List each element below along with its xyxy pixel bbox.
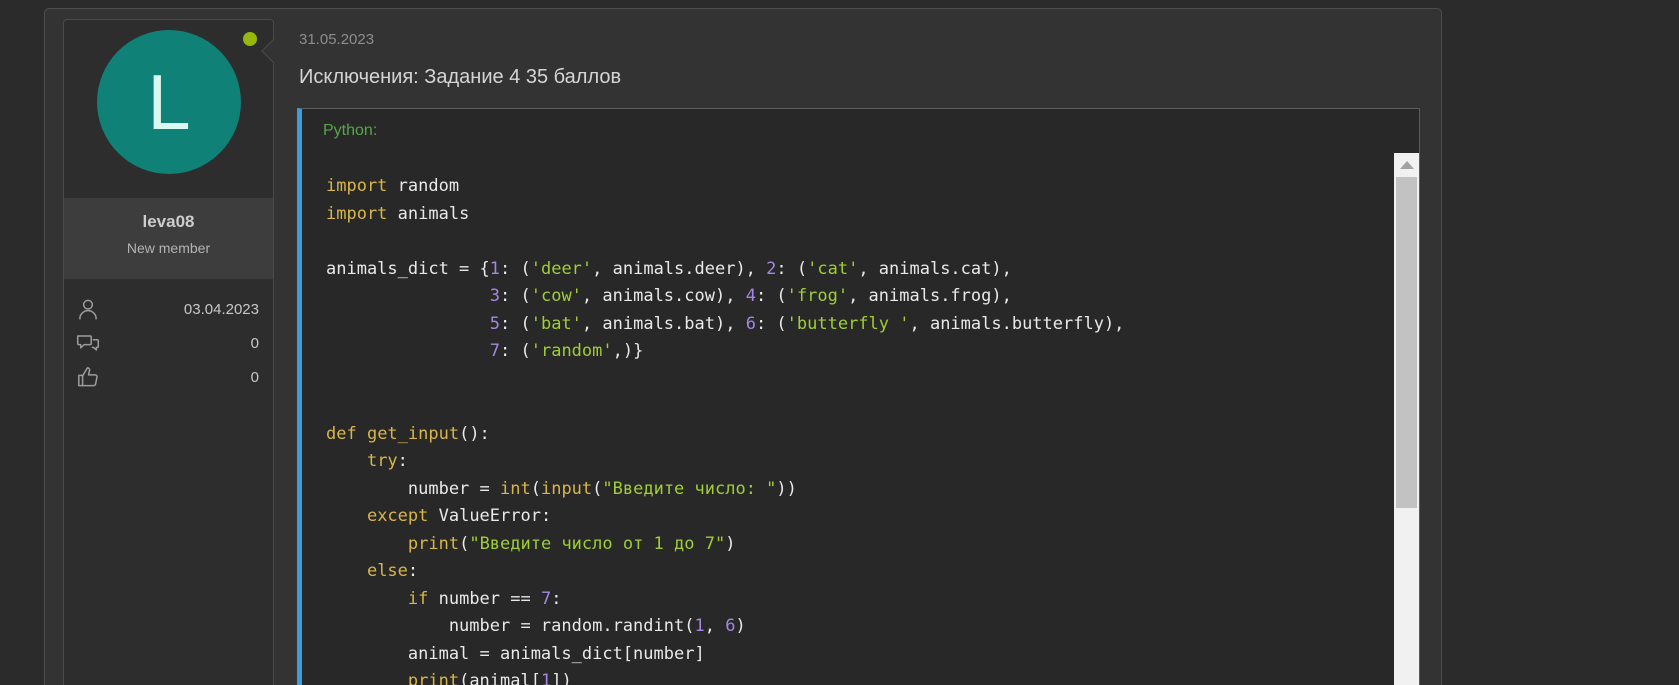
reaction-score-value: 0 xyxy=(101,369,259,386)
code-line: 5: ('bat', animals.bat), 6: ('butterfly … xyxy=(326,311,1384,339)
code-line: number = random.randint(1, 6) xyxy=(326,613,1384,641)
forum-post-card: L leva08 New member 03.04.2023 0 xyxy=(44,8,1442,685)
code-line: if number == 7: xyxy=(326,586,1384,614)
code-line: print("Введите число от 1 до 7") xyxy=(326,531,1384,559)
user-join-date-icon xyxy=(75,296,101,322)
post-date: 31.05.2023 xyxy=(299,31,374,48)
code-line: except ValueError: xyxy=(326,503,1384,531)
post-title: Исключения: Задание 4 35 баллов xyxy=(299,66,621,89)
user-stats: 03.04.2023 0 0 xyxy=(64,292,273,394)
code-line xyxy=(326,228,1384,256)
stat-row-messages: 0 xyxy=(64,326,273,360)
user-role-label: New member xyxy=(64,240,273,256)
user-info-panel: L leva08 New member 03.04.2023 0 xyxy=(63,19,274,685)
online-status-icon xyxy=(243,32,257,46)
avatar[interactable]: L xyxy=(97,30,241,174)
code-line: animals_dict = {1: ('deer', animals.deer… xyxy=(326,256,1384,284)
code-content: import randomimport animals animals_dict… xyxy=(302,153,1394,685)
code-line: else: xyxy=(326,558,1384,586)
code-scrollbar[interactable] xyxy=(1394,153,1419,685)
code-line: number = int(input("Введите число: ")) xyxy=(326,476,1384,504)
scrollbar-up-arrow[interactable] xyxy=(1394,153,1419,177)
message-count-icon xyxy=(75,330,101,356)
message-count-value: 0 xyxy=(101,335,259,352)
stat-row-join-date: 03.04.2023 xyxy=(64,292,273,326)
code-line: animal = animals_dict[number] xyxy=(326,641,1384,669)
code-line: def get_input(): xyxy=(326,421,1384,449)
up-arrow-icon xyxy=(1400,161,1414,169)
code-block: Python: import randomimport animals anim… xyxy=(297,108,1420,685)
code-line xyxy=(326,366,1384,394)
stat-row-reactions: 0 xyxy=(64,360,273,394)
username-link[interactable]: leva08 xyxy=(64,212,273,232)
code-language-label: Python: xyxy=(302,109,1419,140)
code-line: print(animal[1]) xyxy=(326,668,1384,685)
code-line: 7: ('random',)} xyxy=(326,338,1384,366)
join-date-value: 03.04.2023 xyxy=(101,301,259,318)
code-line: 3: ('cow', animals.cow), 4: ('frog', ani… xyxy=(326,283,1384,311)
reaction-score-icon xyxy=(75,364,101,390)
code-line xyxy=(326,393,1384,421)
scrollbar-thumb[interactable] xyxy=(1396,177,1417,508)
code-line: try: xyxy=(326,448,1384,476)
code-line: import random xyxy=(326,173,1384,201)
user-name-block: leva08 New member xyxy=(64,198,273,279)
code-line: import animals xyxy=(326,201,1384,229)
